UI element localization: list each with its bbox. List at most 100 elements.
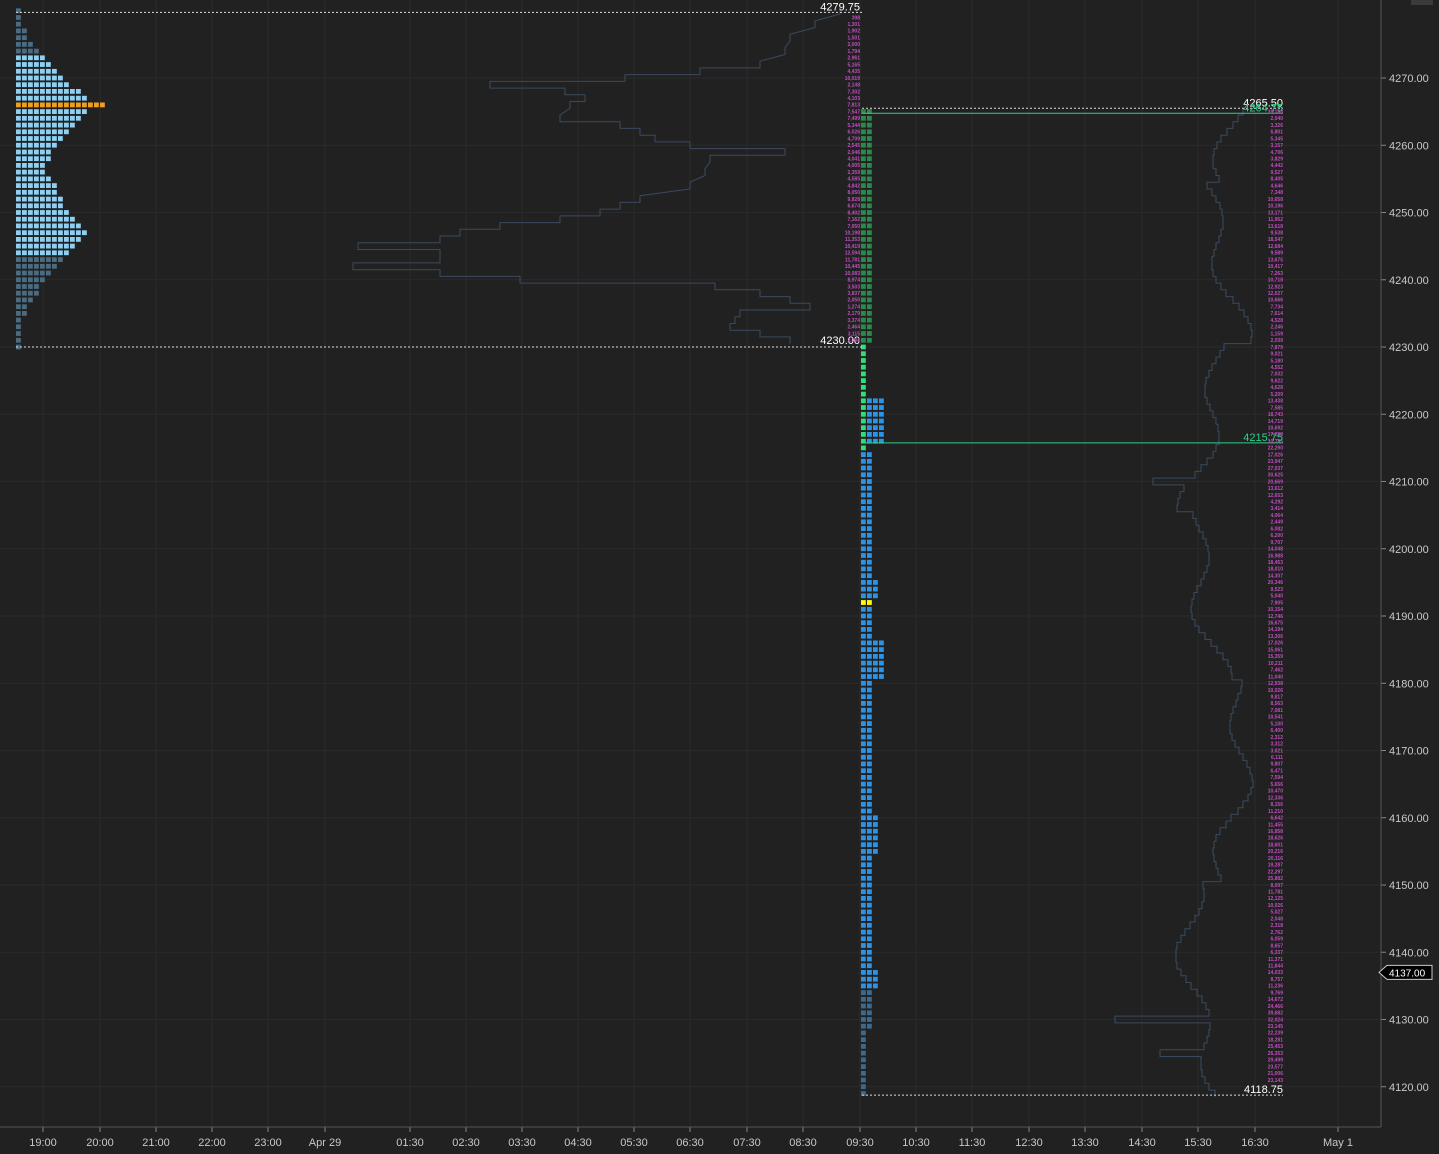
tpo-block (867, 136, 872, 141)
tpo-block (22, 28, 27, 34)
tpo-block (861, 855, 866, 861)
tpo-block (16, 176, 21, 182)
rth-volume-label: 4,064 (1270, 513, 1283, 519)
tpo-block (861, 909, 866, 915)
last-price-label: 4137.00 (1389, 968, 1426, 979)
overnight-volume-label: 12,594 (845, 251, 861, 257)
rth-volume-label: 7,263 (1270, 271, 1283, 277)
tpo-block (46, 203, 51, 209)
tpo-block (867, 990, 872, 995)
corner-button[interactable] (1411, 0, 1433, 5)
tpo-block (861, 539, 866, 545)
rth-volume-label: 20,669 (1268, 479, 1284, 485)
tpo-block (867, 734, 872, 740)
rth-volume-label: 11,371 (1268, 957, 1283, 963)
tpo-block (28, 210, 33, 215)
overnight-volume-label: 7,050 (847, 224, 860, 230)
tpo-block (867, 526, 872, 531)
tpo-block (40, 149, 45, 155)
tpo-block (861, 996, 866, 1002)
tpo-block (28, 136, 33, 141)
tpo-block (28, 223, 33, 229)
tpo-block (861, 324, 866, 330)
x-tick-label: 01:30 (396, 1137, 424, 1149)
tpo-block (867, 976, 872, 982)
tpo-block (28, 257, 33, 262)
rth-volume-label: 9,769 (1270, 990, 1283, 996)
tpo-block (40, 257, 45, 262)
rth-volume-label: 2,762 (1270, 930, 1283, 936)
rth-volume-label: 7,348 (1270, 190, 1283, 196)
tpo-block (867, 869, 872, 874)
tpo-block (861, 418, 866, 424)
tpo-block (861, 647, 866, 652)
tpo-block (22, 257, 27, 262)
rth-volume-label: 30,625 (1268, 473, 1284, 479)
rth-volume-label: 17,026 (1268, 452, 1284, 458)
tpo-block (867, 479, 872, 484)
rth-volume-label: 19,287 (1268, 863, 1284, 869)
tpo-block (861, 943, 866, 948)
rth-volume-label: 13,171 (1268, 210, 1284, 216)
tpo-block (861, 458, 866, 464)
overnight-volume-label: 1,902 (847, 29, 860, 35)
tpo-block (28, 42, 33, 47)
rth-volume-label: 23,947 (1268, 459, 1284, 465)
tpo-block (22, 263, 27, 269)
rth-volume-label: 9,622 (1270, 378, 1283, 384)
tpo-block (867, 929, 872, 935)
tpo-block (34, 216, 39, 222)
tpo-block (34, 136, 39, 141)
tpo-block (46, 82, 51, 88)
tpo-block (16, 250, 21, 256)
tpo-block (861, 869, 866, 874)
rth-volume-label: 9,527 (1270, 170, 1283, 176)
tpo-block (873, 593, 878, 599)
rth-volume-label: 5,040 (1270, 594, 1283, 600)
rth-volume-label: 18,281 (1268, 1038, 1284, 1044)
rth-volume-label: 7,032 (1270, 372, 1283, 378)
rth-volume-label: 15,359 (1268, 654, 1284, 660)
tpo-block (867, 842, 872, 848)
tpo-block (46, 270, 51, 276)
rth-volume-label: 11,210 (1268, 809, 1283, 815)
tpo-block (28, 230, 33, 236)
tpo-block (34, 75, 39, 81)
x-tick-label: 06:30 (676, 1137, 704, 1149)
tpo-block (861, 606, 866, 612)
tpo-block (16, 142, 21, 148)
tpo-block (867, 492, 872, 498)
tpo-block (867, 714, 872, 720)
tpo-block (46, 129, 51, 135)
tpo-block (16, 183, 21, 188)
tpo-block (16, 297, 21, 303)
rth-volume-label: 13,612 (1268, 486, 1284, 492)
tpo-block (861, 499, 866, 505)
x-tick-label: 05:30 (620, 1137, 648, 1149)
tpo-block (70, 237, 75, 242)
tpo-block (873, 425, 878, 431)
tpo-block (861, 936, 866, 942)
tpo-block (16, 15, 21, 20)
rth-volume-label: 6,337 (1270, 950, 1283, 956)
tpo-block (861, 822, 866, 827)
tpo-block (28, 297, 33, 303)
tpo-block (16, 28, 21, 34)
tpo-block (16, 42, 21, 47)
tpo-block (873, 405, 878, 410)
tpo-block (46, 136, 51, 141)
tpo-block (861, 828, 866, 834)
tpo-block (46, 216, 51, 222)
rth-low-label: 4118.75 (1244, 1084, 1283, 1096)
tpo-block (867, 889, 872, 895)
tpo-block (867, 875, 872, 881)
overnight-volume-label: 2,094 (847, 338, 860, 344)
tpo-block (40, 250, 45, 256)
tpo-block (861, 405, 866, 410)
tpo-block (16, 203, 21, 209)
overnight-volume-label: 1,501 (847, 36, 860, 42)
tpo-block (16, 277, 21, 283)
tpo-block (867, 539, 872, 545)
tpo-block (46, 230, 51, 236)
tpo-block (861, 754, 866, 760)
